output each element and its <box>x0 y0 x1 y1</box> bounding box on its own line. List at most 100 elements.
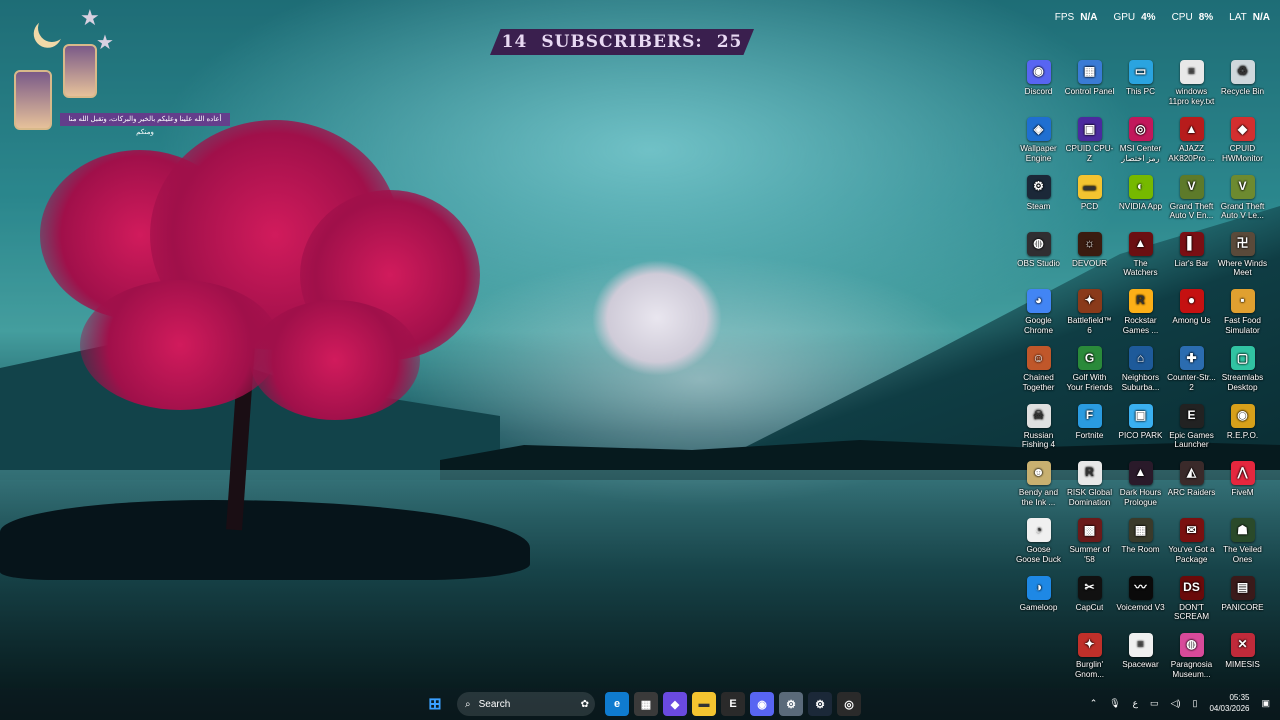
search-box[interactable]: ⌕ Search ✿ <box>457 692 595 716</box>
copilot-icon[interactable]: ◆ <box>663 692 687 716</box>
store-icon[interactable]: ▦ <box>634 692 658 716</box>
paragnosia-icon: ◍ <box>1179 632 1204 657</box>
system-tray: ⌃ 🎙 ع ▭ ◁) ▯ 05:35 04/03/2026 ▣ <box>1090 692 1270 714</box>
desktop-icon[interactable]: ▲ AJAZZ AK820Pro ... <box>1166 117 1217 174</box>
package-icon: ✉ <box>1179 518 1204 543</box>
goose-goose-duck-icon: ◔ <box>1026 518 1051 543</box>
desktop-icon[interactable]: 〰 Voicemod V3 <box>1115 575 1166 633</box>
steam-icon[interactable]: ⚙ <box>808 692 832 716</box>
desktop-icon[interactable]: ◎ MSI Center رمز اختصار <box>1115 117 1166 174</box>
microphone-icon[interactable]: 🎙 <box>1109 698 1120 709</box>
stat-value: 8% <box>1198 12 1214 23</box>
desktop-icon[interactable]: ◭ ARC Raiders <box>1166 461 1217 518</box>
desktop-icon-label: NVIDIA App <box>1118 201 1163 211</box>
golf-icon: G <box>1077 346 1102 371</box>
desktop-icon[interactable]: ✕ MIMESIS <box>1217 632 1268 690</box>
desktop-icon[interactable]: DS DON'T SCREAM <box>1166 575 1217 633</box>
desktop-icon[interactable]: ◆ CPUID HWMonitor <box>1217 117 1268 174</box>
desktop-icon[interactable]: ▤ PANICORE <box>1217 575 1268 633</box>
desktop-icon[interactable]: ✉ You've Got a Package <box>1166 518 1217 575</box>
stat-value: N/A <box>1252 12 1270 23</box>
desktop-icon[interactable]: ⚙ Steam <box>1013 174 1064 232</box>
the-watchers-icon: ▲ <box>1128 231 1153 256</box>
desktop-icon[interactable]: ≡ windows 11pro key.txt <box>1166 60 1217 117</box>
desktop-icon[interactable]: V Grand Theft Auto V En... <box>1166 174 1217 232</box>
desktop-icon-grid: ◉ Discord ▦ Control Panel ▭ This PC ≡ windows 1… <box>1013 60 1280 690</box>
desktop-icon-label: Golf With Your Friends <box>1066 373 1113 393</box>
desktop-icon[interactable]: ▣ PICO PARK <box>1115 403 1166 461</box>
ajazz-icon: ▲ <box>1179 117 1204 142</box>
desktop-icon[interactable]: ✚ Counter-Str... 2 <box>1166 346 1217 403</box>
desktop-icon[interactable]: ♻ Recycle Bin <box>1217 60 1268 117</box>
desktop-icon[interactable]: ▭ This PC <box>1115 60 1166 117</box>
file-explorer-icon[interactable]: ▬ <box>692 692 716 716</box>
subscriber-count-right: 25 <box>716 32 743 52</box>
desktop-icon[interactable]: ▲ Dark Hours Prologue <box>1115 461 1166 518</box>
desktop-icon[interactable]: ◍ OBS Studio <box>1013 231 1064 289</box>
desktop-icon[interactable]: ✂ CapCut <box>1064 575 1115 633</box>
desktop-icon[interactable]: ◉ R.E.P.O. <box>1217 403 1268 461</box>
desktop-icon[interactable]: ◍ Paragnosia Museum... <box>1166 632 1217 690</box>
chevron-up-icon[interactable]: ⌃ <box>1090 698 1098 709</box>
desktop-icon[interactable]: ▌ Liar's Bar <box>1166 231 1217 289</box>
edge-icon[interactable]: e <box>605 692 629 716</box>
desktop-icon[interactable]: ≡ Spacewar <box>1115 632 1166 690</box>
desktop-icon[interactable]: ◉ Discord <box>1013 60 1064 117</box>
desktop-icon[interactable]: ▦ The Room <box>1115 518 1166 575</box>
desktop-icon[interactable]: ◈ Wallpaper Engine <box>1013 117 1064 174</box>
lantern-icon <box>14 70 52 130</box>
desktop-icon[interactable]: ☠ Russian Fishing 4 <box>1013 403 1064 461</box>
gta-v-icon: V <box>1179 174 1204 199</box>
desktop-icon[interactable]: ▣ CPUID CPU-Z <box>1064 117 1115 174</box>
desktop-icon[interactable]: ▦ Control Panel <box>1064 60 1115 117</box>
rockstar-icon[interactable]: ◎ <box>837 692 861 716</box>
desktop-icon[interactable]: ☺ Chained Together <box>1013 346 1064 403</box>
lantern-icon <box>63 44 97 98</box>
desktop-icon-label: R.E.P.O. <box>1226 430 1259 440</box>
desktop-icon[interactable]: R Rockstar Games ... <box>1115 289 1166 346</box>
fast-food-simulator-icon: ▪ <box>1230 289 1255 314</box>
desktop-icon[interactable]: ◕ Google Chrome <box>1013 289 1064 346</box>
desktop-icon[interactable]: ● Among Us <box>1166 289 1217 346</box>
language-indicator[interactable]: ع <box>1133 698 1138 709</box>
desktop-icon-label: Control Panel <box>1064 87 1115 96</box>
desktop-icon[interactable]: ✦ Battlefield™ 6 <box>1064 289 1115 346</box>
desktop-icon[interactable]: ◑ Gameloop <box>1013 575 1064 633</box>
discord-icon: ◉ <box>1026 60 1051 84</box>
desktop-icon[interactable]: F Fortnite <box>1064 403 1115 461</box>
desktop-icon[interactable]: 卍 Where Winds Meet <box>1217 231 1268 289</box>
start-button[interactable]: ⊞ <box>423 692 447 716</box>
desktop-icon[interactable]: ☻ Bendy and the Ink ... <box>1013 461 1064 518</box>
subscriber-counter: 14 SUBSCRIBERS: 25 <box>490 29 754 55</box>
battery-icon[interactable]: ▯ <box>1192 698 1197 709</box>
hwmonitor-icon: ◆ <box>1230 117 1255 142</box>
desktop-icon[interactable]: ▲ The Watchers <box>1115 231 1166 289</box>
desktop-icon[interactable]: E Epic Games Launcher <box>1166 403 1217 461</box>
desktop-icon[interactable]: G Golf With Your Friends <box>1064 346 1115 403</box>
desktop-icon[interactable]: V Grand Theft Auto V Le... <box>1217 174 1268 232</box>
repo-icon: ◉ <box>1230 403 1255 428</box>
arabic-greeting-banner: أعاده الله علينا وعليكم بالخير والبركات،… <box>60 113 230 136</box>
desktop-icon[interactable]: ▢ Streamlabs Desktop <box>1217 346 1268 403</box>
desktop-icon[interactable]: R RISK Global Domination <box>1064 461 1115 518</box>
desktop-icon[interactable]: ◔ Goose Goose Duck <box>1013 518 1064 575</box>
desktop-icon-label: MSI Center رمز اختصار <box>1119 144 1162 163</box>
desktop-icon[interactable]: ▪ Fast Food Simulator <box>1217 289 1268 346</box>
star-icon: ★ <box>96 32 114 54</box>
desktop-icon[interactable]: ⋀ FiveM <box>1217 461 1268 518</box>
clock[interactable]: 05:35 04/03/2026 <box>1209 692 1249 714</box>
settings-icon[interactable]: ⚙ <box>779 692 803 716</box>
notification-icon[interactable]: ▣ <box>1261 698 1270 709</box>
desktop-icon[interactable]: ▬ PCD <box>1064 174 1115 232</box>
epic-games-icon[interactable]: E <box>721 692 745 716</box>
network-icon[interactable]: ▭ <box>1150 698 1159 709</box>
desktop-icon[interactable]: ◐ NVIDIA App <box>1115 174 1166 232</box>
volume-icon[interactable]: ◁) <box>1171 698 1181 709</box>
desktop-icon[interactable]: ✦ Burglin' Gnom... <box>1064 632 1115 690</box>
desktop-icon[interactable]: ☼ DEVOUR <box>1064 231 1115 289</box>
clock-time: 05:35 <box>1229 693 1250 702</box>
desktop-icon[interactable]: ▩ Summer of '58 <box>1064 518 1115 575</box>
discord-icon[interactable]: ◉ <box>750 692 774 716</box>
desktop-icon[interactable]: ⌂ Neighbors Suburba... <box>1115 346 1166 403</box>
desktop-icon[interactable]: ☗ The Veiled Ones <box>1217 518 1268 575</box>
